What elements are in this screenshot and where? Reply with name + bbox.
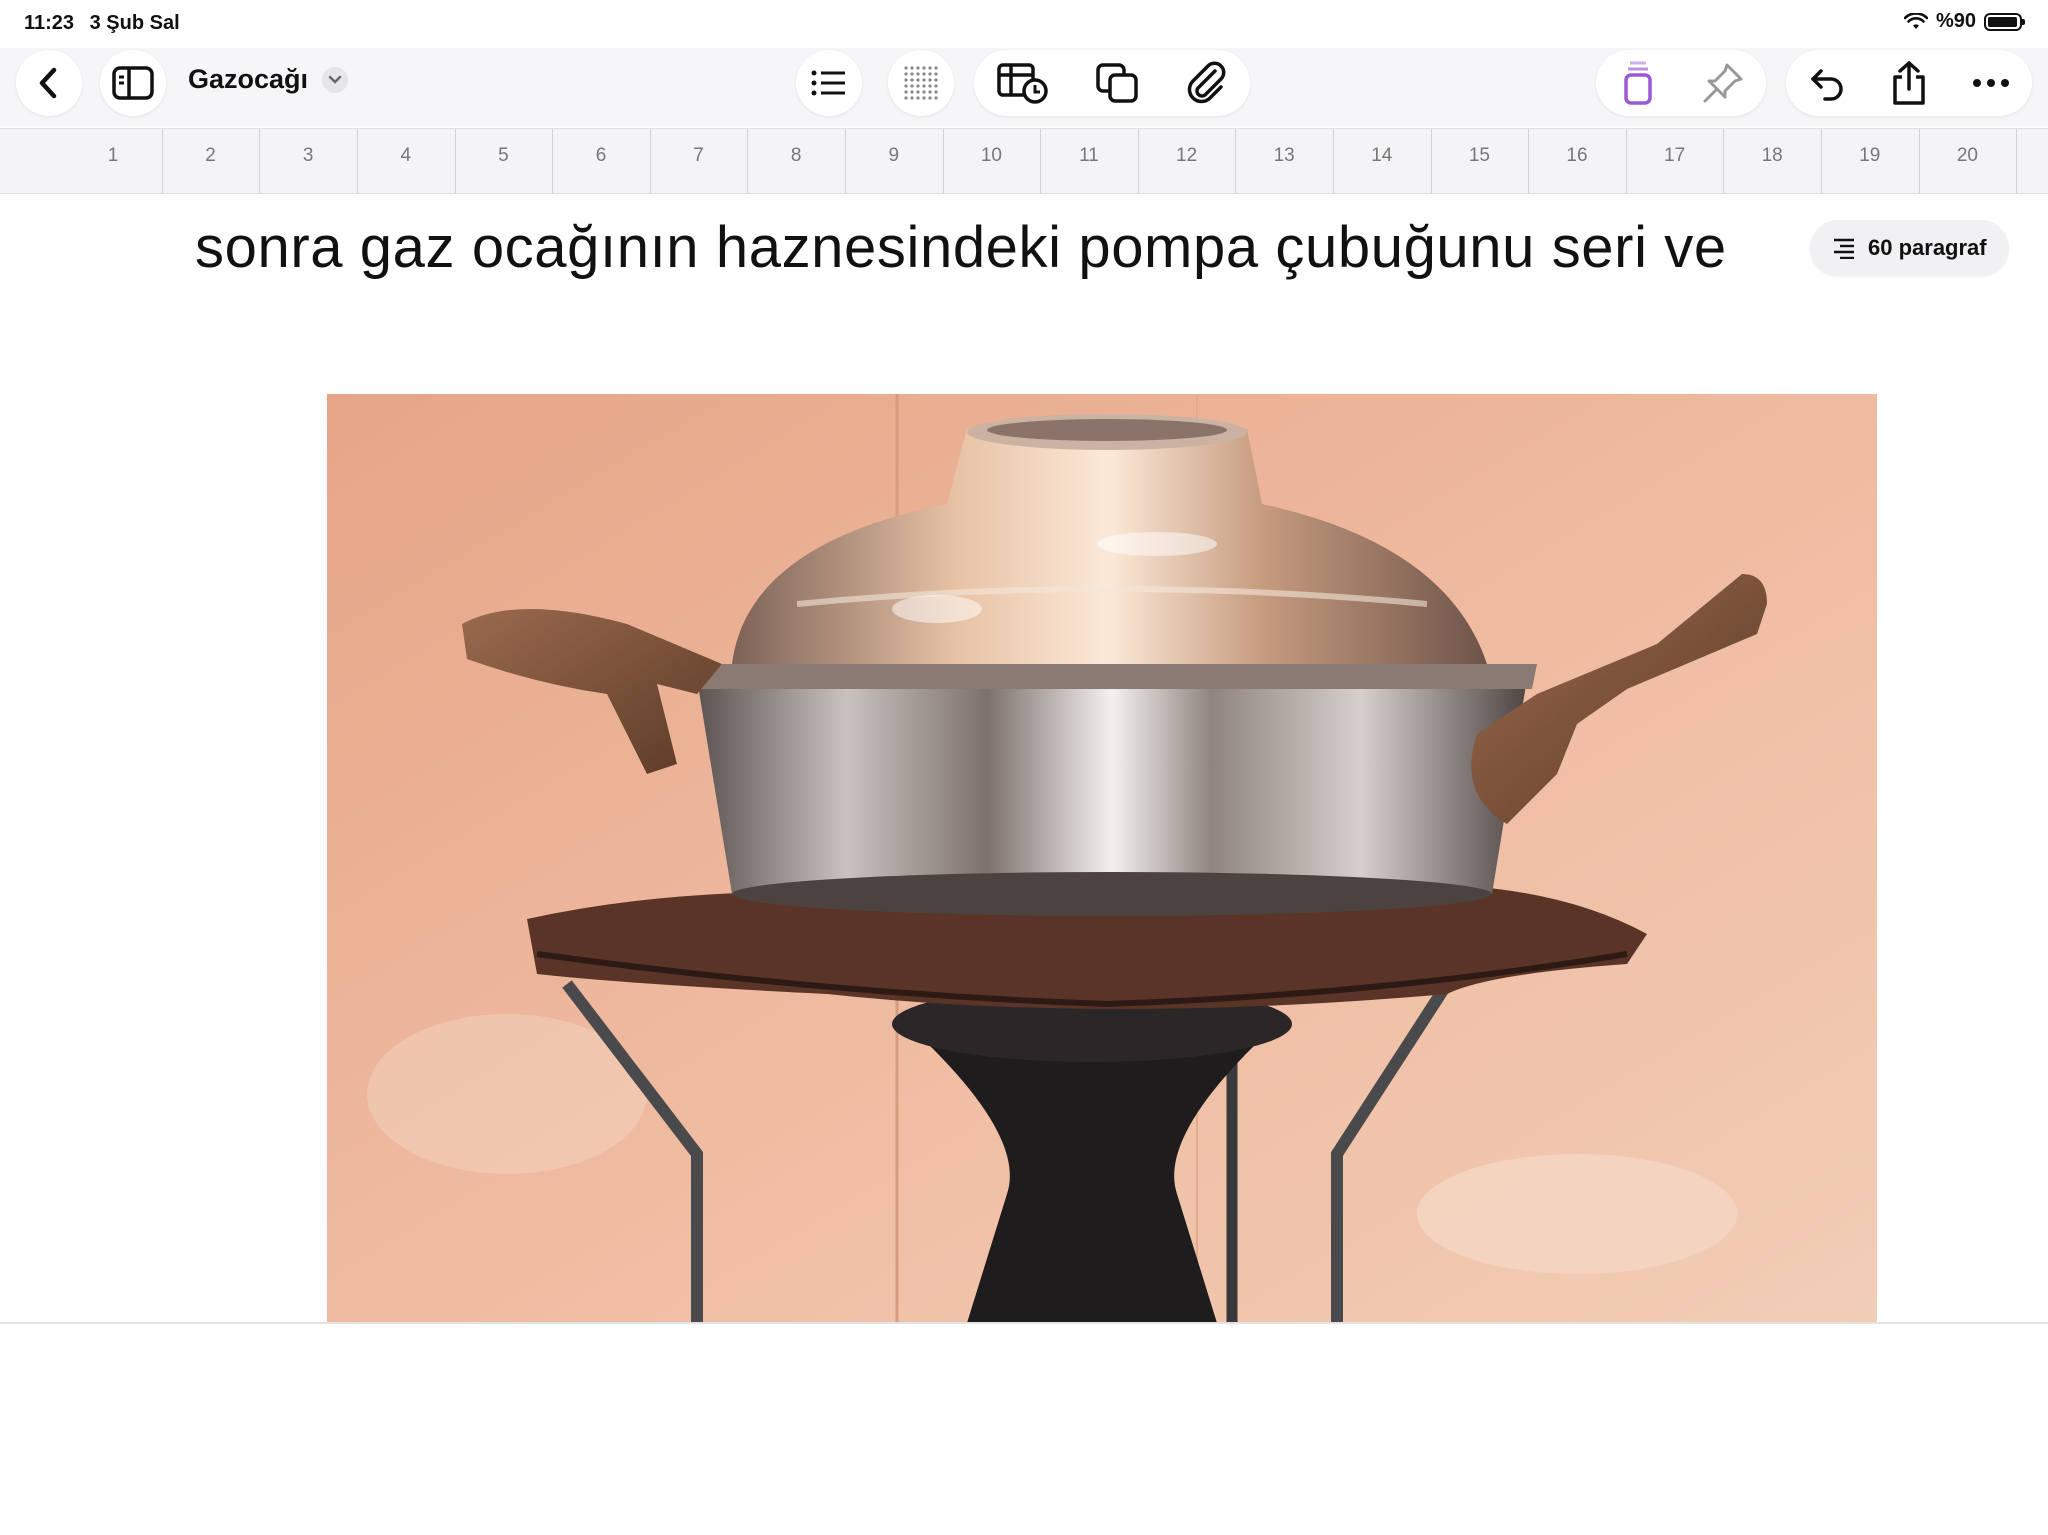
insert-group [974,50,1250,116]
ruler-number: 17 [1664,145,1686,166]
ruler-number: 4 [400,145,412,166]
document-text-line: sonra gaz ocağının haznesindeki pompa çu… [195,215,1727,280]
document-title-menu[interactable]: Gazocağı [188,64,349,95]
ruler-number: 3 [302,145,314,166]
ruler-tick [747,129,749,193]
list-icon [811,70,845,96]
chevron-left-icon [39,67,57,99]
status-right: %90 [1903,10,2025,33]
table-clock-icon[interactable] [995,61,1051,105]
ruler-number: 14 [1371,145,1393,166]
dot-grid-icon [904,66,938,100]
battery-icon [1984,12,2025,31]
sidebar-button[interactable] [100,50,166,116]
document-image[interactable] [327,394,1877,1323]
ruler-number: 11 [1079,145,1099,166]
paperclip-icon[interactable] [1185,61,1229,105]
grid-button[interactable] [888,50,954,116]
ruler-tick [942,129,944,193]
ruler-tick [2016,129,2018,193]
wifi-icon [1903,12,1928,29]
paragraph-count-badge[interactable]: 60 paragraf [1810,220,2009,276]
ruler-tick [454,129,456,193]
sidebar-icon [112,66,154,100]
ruler-number: 8 [790,145,802,166]
ruler-number: 10 [980,145,1002,166]
ruler-number: 2 [205,145,216,166]
ruler-tick [1430,129,1432,193]
ruler-number: 7 [693,145,704,166]
ruler-tick [1821,129,1822,193]
ruler-tick [357,129,358,193]
ruler-number: 1 [107,145,119,166]
ruler-number: 9 [888,145,900,166]
battery-text: %90 [1935,10,1976,32]
more-icon[interactable] [1971,77,2011,89]
ruler-tick [1723,129,1725,193]
ruler-tick [1333,129,1334,193]
ruler-tick [161,129,163,193]
ruler-number: 5 [498,145,509,166]
status-bar: 11:23 3 Şub Sal %90 [0,0,2048,48]
ruler-tick [845,129,846,193]
ruler-number: 6 [595,145,607,166]
actions-group [1786,50,2032,116]
ruler-tick [1918,129,1920,193]
ruler-number: 12 [1176,145,1198,166]
undo-icon[interactable] [1807,65,1847,101]
ruler-number: 13 [1273,145,1295,166]
ruler-tick [1625,129,1627,193]
ruler-number: 19 [1859,145,1881,166]
paragraph-count: 60 paragraf [1868,235,1987,260]
document-title: Gazocağı [188,64,309,94]
ruler-tick [1137,129,1139,193]
time-text: 11:23 [24,12,75,34]
ruler-tick [1235,129,1237,193]
date-text: 3 Şub Sal [89,12,180,34]
ruler-tick [259,129,261,193]
page-divider [0,1322,2048,1324]
list-button[interactable] [796,50,862,116]
ruler[interactable]: 1 2 3 4 5 6 7 8 9 10 11 12 13 14 15 16 17 18 19 20 [0,128,2048,194]
format-group [1596,50,1766,116]
toolbar: Gazocağı [0,48,2048,126]
ruler-tick [649,129,651,193]
ruler-number: 15 [1468,145,1490,166]
chevron-down-icon [322,66,349,93]
back-button[interactable] [16,50,82,116]
layers-icon[interactable] [1094,61,1142,105]
paragraph-icon [1834,238,1854,259]
ruler-tick [552,129,554,193]
ruler-number: 16 [1566,145,1588,166]
pin-icon[interactable] [1701,61,1745,105]
ruler-number: 20 [1956,145,1978,166]
ruler-tick [1528,129,1530,193]
paintbrush-icon[interactable] [1618,59,1658,107]
share-icon[interactable] [1889,59,1929,107]
ruler-number: 18 [1761,145,1783,166]
status-time: 11:23 3 Şub Sal [24,12,180,35]
ruler-tick [1040,129,1042,193]
stove-pot-image [327,394,1877,1323]
